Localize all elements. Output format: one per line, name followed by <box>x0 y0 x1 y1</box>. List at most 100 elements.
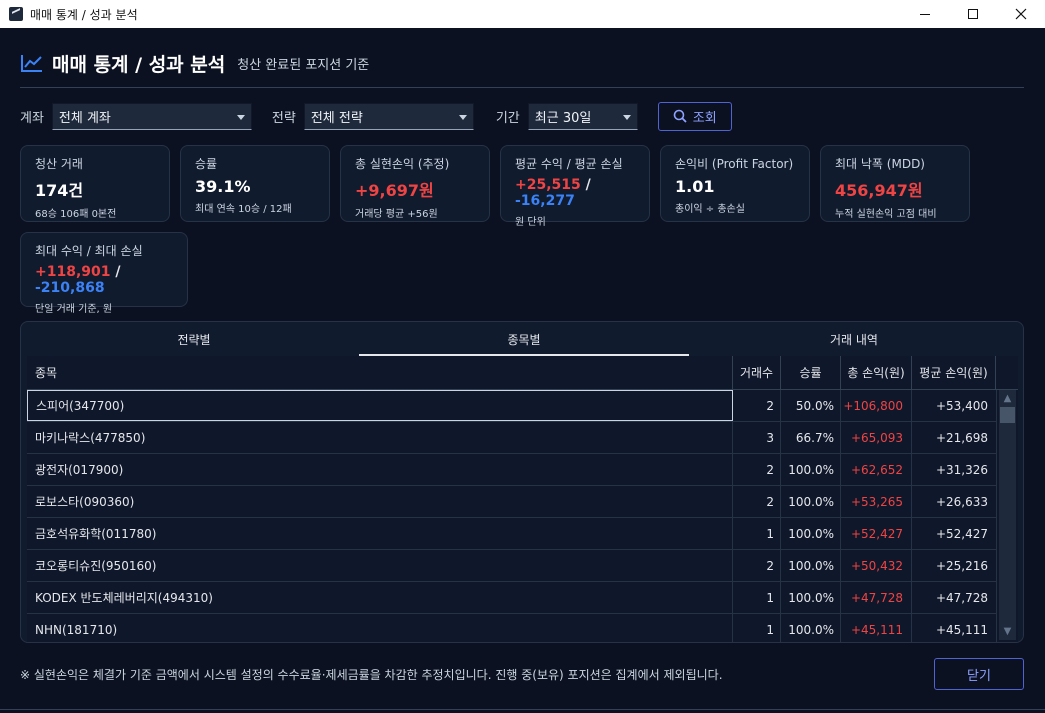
cell-symbol: 금호석유화학(011780) <box>27 518 733 549</box>
card-value: 39.1% <box>195 177 251 196</box>
chevron-down-icon <box>236 114 245 120</box>
chevron-down-icon <box>458 114 467 120</box>
card-profit-factor: 손익비 (Profit Factor) 1.01 총이익 ÷ 총손실 <box>660 145 810 222</box>
max-loss-value: -210,868 <box>35 280 105 296</box>
card-sub: 원 단위 <box>515 217 546 228</box>
cell-count: 2 <box>733 550 781 581</box>
cell-symbol: KODEX 반도체레버리지(494310) <box>27 582 733 613</box>
filter-bar: 계좌 전체 계좌 전략 전체 전략 기간 최근 30일 조회 <box>20 101 732 131</box>
card-mdd: 최대 낙폭 (MDD) 456,947원 누적 실현손익 고점 대비 <box>820 145 970 222</box>
cell-total-pnl: +47,728 <box>841 582 912 613</box>
chevron-down-icon <box>622 114 631 120</box>
cell-count: 2 <box>733 454 781 485</box>
column-header-win-rate[interactable]: 승률 <box>781 356 841 389</box>
card-value: 456,947원 <box>835 181 923 200</box>
column-header-symbol[interactable]: 종목 <box>27 356 733 389</box>
column-header-avg-pnl[interactable]: 평균 손익(원) <box>912 356 996 389</box>
maximize-icon <box>968 9 978 19</box>
minimize-button[interactable] <box>901 0 949 28</box>
period-select[interactable]: 최근 30일 <box>527 102 638 130</box>
period-label: 기간 <box>495 110 520 126</box>
app-icon <box>9 7 23 21</box>
card-value: +9,697원 <box>355 181 434 200</box>
card-sub: 68승 106패 0본전 <box>35 209 117 220</box>
card-label: 평균 수익 / 평균 손실 <box>515 157 623 171</box>
card-label: 총 실현손익 (추정) <box>355 157 450 171</box>
card-closed-trades: 청산 거래 174건 68승 106패 0본전 <box>20 145 170 222</box>
cell-count: 1 <box>733 582 781 613</box>
cell-win-rate: 50.0% <box>781 390 841 421</box>
page-header: 매매 통계 / 성과 분석 청산 완료된 포지션 기준 <box>20 48 369 78</box>
card-sub: 단일 거래 기준, 원 <box>35 304 113 315</box>
table-row[interactable]: 스피어(347700) 2 50.0% +106,800 +53,400 <box>27 390 997 422</box>
column-header-total-pnl[interactable]: 총 손익(원) <box>841 356 912 389</box>
account-label: 계좌 <box>20 110 44 126</box>
close-button[interactable]: 닫기 <box>934 658 1024 690</box>
cell-symbol: 로보스타(090360) <box>27 486 733 517</box>
account-select[interactable]: 전체 계좌 <box>51 102 252 130</box>
card-value: +25,515 / -16,277 <box>515 177 649 209</box>
table-row[interactable]: 광전자(017900) 2 100.0% +62,652 +31,326 <box>27 454 997 486</box>
cell-avg-pnl: +53,400 <box>912 390 997 421</box>
table-row[interactable]: 코오롱티슈진(950160) 2 100.0% +50,432 +25,216 <box>27 550 997 582</box>
cell-total-pnl: +106,800 <box>841 390 912 421</box>
page-title: 매매 통계 / 성과 분석 <box>52 53 226 76</box>
avg-loss-value: -16,277 <box>515 193 575 209</box>
card-max-profit-loss: 최대 수익 / 최대 손실 +118,901 / -210,868 단일 거래 … <box>20 232 188 315</box>
search-button[interactable]: 조회 <box>657 101 732 131</box>
card-label: 최대 수익 / 최대 손실 <box>35 244 143 258</box>
close-window-button[interactable] <box>997 0 1045 28</box>
table-row[interactable]: 로보스타(090360) 2 100.0% +53,265 +26,633 <box>27 486 997 518</box>
table-row[interactable]: 금호석유화학(011780) 1 100.0% +52,427 +52,427 <box>27 518 997 550</box>
footnote: ※ 실현손익은 체결가 기준 금액에서 시스템 설정의 수수료율·제세금률을 차… <box>20 668 723 682</box>
card-sub: 총이익 ÷ 총손실 <box>675 204 745 215</box>
tab-by-symbol[interactable]: 종목별 <box>359 322 689 356</box>
cell-win-rate: 100.0% <box>781 550 841 581</box>
strategy-label: 전략 <box>271 110 296 126</box>
cell-win-rate: 100.0% <box>781 518 841 549</box>
cell-avg-pnl: +26,633 <box>912 486 997 517</box>
cell-total-pnl: +53,265 <box>841 486 912 517</box>
table-row[interactable]: KODEX 반도체레버리지(494310) 1 100.0% +47,728 +47,7… <box>27 582 997 614</box>
cell-total-pnl: +45,111 <box>841 614 912 642</box>
maximize-button[interactable] <box>949 0 997 28</box>
column-header-count[interactable]: 거래수 <box>733 356 781 389</box>
table-row[interactable]: 마키나락스(477850) 3 66.7% +65,093 +21,698 <box>27 422 997 454</box>
cell-count: 1 <box>733 518 781 549</box>
value-separator: / <box>115 264 121 280</box>
cell-symbol: 코오롱티슈진(950160) <box>27 550 733 581</box>
cell-win-rate: 100.0% <box>781 486 841 517</box>
table-body: 스피어(347700) 2 50.0% +106,800 +53,400 마키나락스(47… <box>27 390 997 642</box>
strategy-select-value: 전체 전략 <box>310 110 363 126</box>
scroll-up-icon[interactable]: ▲ <box>999 390 1016 407</box>
analysis-panel: 전략별 종목별 거래 내역 종목 거래수 승률 총 손익(원) 평균 손익(원)… <box>20 321 1024 643</box>
card-sub: 거래당 평균 +56원 <box>355 209 438 220</box>
scrollbar-thumb[interactable] <box>1000 407 1015 423</box>
tab-bar: 전략별 종목별 거래 내역 <box>29 322 1019 356</box>
table-header: 종목 거래수 승률 총 손익(원) 평균 손익(원) <box>27 356 1018 390</box>
cell-avg-pnl: +45,111 <box>912 614 997 642</box>
tab-trade-history[interactable]: 거래 내역 <box>689 322 1019 356</box>
tab-by-strategy[interactable]: 전략별 <box>29 322 359 356</box>
cell-win-rate: 66.7% <box>781 422 841 453</box>
card-label: 승률 <box>195 157 218 171</box>
strategy-select[interactable]: 전체 전략 <box>303 102 474 130</box>
search-icon <box>673 109 687 123</box>
cell-symbol: NHN(181710) <box>27 614 733 642</box>
cell-total-pnl: +52,427 <box>841 518 912 549</box>
cell-count: 1 <box>733 614 781 642</box>
table-scrollbar[interactable]: ▲ ▼ <box>999 390 1016 640</box>
scroll-down-icon[interactable]: ▼ <box>999 623 1016 640</box>
search-button-label: 조회 <box>692 110 717 126</box>
cell-symbol: 광전자(017900) <box>27 454 733 485</box>
card-label: 최대 낙폭 (MDD) <box>835 157 925 171</box>
page-subtitle: 청산 완료된 포지션 기준 <box>237 57 370 73</box>
cell-total-pnl: +62,652 <box>841 454 912 485</box>
cell-total-pnl: +65,093 <box>841 422 912 453</box>
cell-avg-pnl: +31,326 <box>912 454 997 485</box>
avg-profit-value: +25,515 <box>515 177 581 193</box>
table-row[interactable]: NHN(181710) 1 100.0% +45,111 +45,111 <box>27 614 997 642</box>
cell-symbol: 스피어(347700) <box>27 390 733 421</box>
card-total-pnl: 총 실현손익 (추정) +9,697원 거래당 평균 +56원 <box>340 145 490 222</box>
card-label: 청산 거래 <box>35 157 83 171</box>
